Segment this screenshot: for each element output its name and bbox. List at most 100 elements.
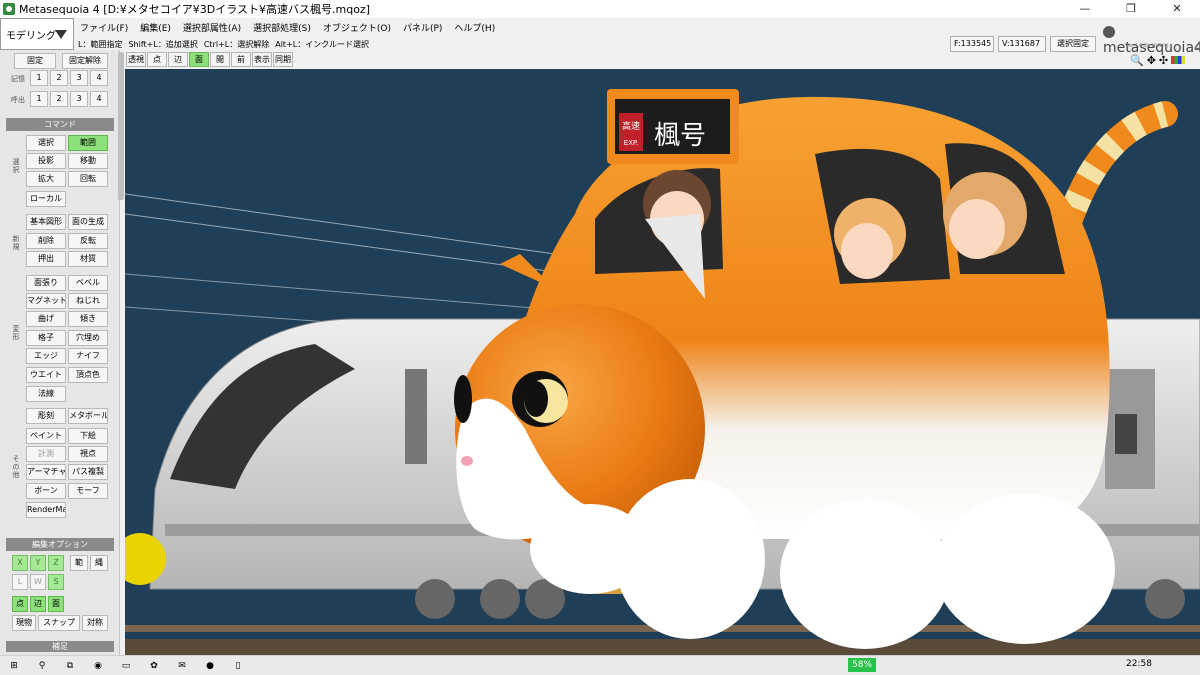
cmd-sculpt[interactable]: 彫刻 — [26, 408, 66, 424]
memory-slot-3[interactable]: 3 — [70, 70, 88, 86]
recall-slot-2[interactable]: 2 — [50, 91, 68, 107]
close-button[interactable]: ✕ — [1154, 0, 1200, 18]
cmd-underlay[interactable]: 下絵 — [68, 428, 108, 444]
cmd-create-face[interactable]: 面の生成 — [68, 214, 108, 230]
cmd-armature[interactable]: アーマチャー — [26, 464, 66, 480]
lock-button[interactable]: 固定 — [14, 53, 56, 69]
opt-y[interactable]: Y — [30, 555, 46, 571]
pan-icon[interactable]: ✥ — [1147, 54, 1156, 67]
maximize-button[interactable]: ❐ — [1108, 0, 1154, 18]
tab-front[interactable]: 前 — [231, 52, 251, 67]
color-palette-icon[interactable] — [1171, 56, 1186, 64]
tab-edge[interactable]: 辺 — [168, 52, 188, 67]
menu-file[interactable]: ファイル(F) — [74, 21, 134, 34]
tab-vertex[interactable]: 点 — [147, 52, 167, 67]
cmd-viewpoint[interactable]: 視点 — [68, 446, 108, 462]
opt-snap[interactable]: スナップ — [38, 615, 80, 631]
opt-range[interactable]: 範 — [70, 555, 88, 571]
memory-slot-4[interactable]: 4 — [90, 70, 108, 86]
cmd-tilt[interactable]: 傾き — [68, 311, 108, 327]
cmd-primitive[interactable]: 基本図形 — [26, 214, 66, 230]
firefox-icon[interactable]: ● — [196, 656, 224, 675]
zoom-icon[interactable]: 🔍 — [1130, 54, 1144, 67]
app-icon[interactable]: ✿ — [140, 656, 168, 675]
mail-icon[interactable]: ✉ — [168, 656, 196, 675]
cmd-bevel[interactable]: ベベル — [68, 275, 108, 291]
mode-label: モデリング — [6, 30, 56, 42]
cmd-project[interactable]: 投影 — [26, 153, 66, 169]
cmd-weight[interactable]: ウエイト — [26, 367, 66, 383]
file-explorer-icon[interactable]: ▭ — [112, 656, 140, 675]
menu-help[interactable]: ヘルプ(H) — [448, 21, 501, 34]
cmd-measure[interactable]: 計測 — [26, 446, 66, 462]
clock[interactable]: 22:58 — [1126, 659, 1152, 669]
opt-actual[interactable]: 現物 — [12, 615, 36, 631]
rotate-icon[interactable]: ✣ — [1159, 54, 1168, 67]
task-view-icon[interactable]: ⧉ — [56, 656, 84, 675]
cmd-fill-hole[interactable]: 穴埋め — [68, 330, 108, 346]
cmd-move[interactable]: 移動 — [68, 153, 108, 169]
cmd-edge[interactable]: エッジ — [26, 348, 66, 364]
cmd-vertex-color[interactable]: 頂点色 — [68, 367, 108, 383]
memory-slot-2[interactable]: 2 — [50, 70, 68, 86]
cmd-bend[interactable]: 曲げ — [26, 311, 66, 327]
cmd-lattice[interactable]: 格子 — [26, 330, 66, 346]
cmd-knife[interactable]: ナイフ — [68, 348, 108, 364]
menu-object[interactable]: オブジェクト(O) — [317, 21, 397, 34]
unlock-button[interactable]: 固定解除 — [62, 53, 108, 69]
cmd-delete[interactable]: 削除 — [26, 233, 66, 249]
cmd-morph[interactable]: モーフ — [68, 483, 108, 499]
document-icon[interactable]: ▯ — [224, 656, 252, 675]
menu-edit[interactable]: 編集(E) — [134, 21, 177, 34]
select-lock-button[interactable]: 選択固定 — [1050, 36, 1096, 52]
recall-slot-1[interactable]: 1 — [30, 91, 48, 107]
cmd-twist[interactable]: ねじれ — [68, 293, 108, 309]
memory-slot-1[interactable]: 1 — [30, 70, 48, 86]
search-icon[interactable]: ⚲ — [28, 656, 56, 675]
minimize-button[interactable]: — — [1062, 0, 1108, 18]
tab-view[interactable]: 閲 — [210, 52, 230, 67]
tab-perspective[interactable]: 透視 — [126, 52, 146, 67]
menu-select-process[interactable]: 選択部処理(S) — [247, 21, 317, 34]
cmd-scale[interactable]: 拡大 — [26, 171, 66, 187]
cmd-face-stretch[interactable]: 面張り — [26, 275, 66, 291]
cmd-path-clone[interactable]: パス複製 — [68, 464, 108, 480]
windows-start-icon[interactable]: ⊞ — [0, 656, 28, 675]
opt-x[interactable]: X — [12, 555, 28, 571]
opt-edge[interactable]: 辺 — [30, 596, 46, 612]
left-panel-scrollbar[interactable] — [118, 52, 124, 200]
recall-slot-4[interactable]: 4 — [90, 91, 108, 107]
opt-local[interactable]: L — [12, 574, 28, 590]
tab-face[interactable]: 面 — [189, 52, 209, 67]
cmd-paint[interactable]: ペイント — [26, 428, 66, 444]
menu-panel[interactable]: パネル(P) — [397, 21, 448, 34]
cmd-bone[interactable]: ボーン — [26, 483, 66, 499]
opt-world[interactable]: W — [30, 574, 46, 590]
opt-face[interactable]: 面 — [48, 596, 64, 612]
cmd-material[interactable]: 材質 — [68, 251, 108, 267]
opt-z[interactable]: Z — [48, 555, 64, 571]
cmd-metaball[interactable]: メタボール — [68, 408, 108, 424]
opt-lasso[interactable]: 縄 — [90, 555, 108, 571]
tab-display[interactable]: 表示 — [252, 52, 272, 67]
mode-selector[interactable]: モデリング — [0, 18, 74, 50]
cmd-range[interactable]: 範囲 — [68, 135, 108, 151]
cmd-extrude[interactable]: 押出 — [26, 251, 66, 267]
cmd-renderman[interactable]: RenderMan — [26, 502, 66, 518]
group-new-label: 新規 — [12, 235, 20, 251]
cmd-flip[interactable]: 反転 — [68, 233, 108, 249]
cmd-normal[interactable]: 法線 — [26, 386, 66, 402]
3d-viewport[interactable]: 高速 EXP. 楓号 — [125, 69, 1200, 655]
cmd-local[interactable]: ローカル — [26, 191, 66, 207]
opt-vertex[interactable]: 点 — [12, 596, 28, 612]
edge-browser-icon[interactable]: ◉ — [84, 656, 112, 675]
recall-slot-3[interactable]: 3 — [70, 91, 88, 107]
menu-select-attr[interactable]: 選択部属性(A) — [177, 21, 247, 34]
opt-screen[interactable]: S — [48, 574, 64, 590]
cmd-select[interactable]: 選択 — [26, 135, 66, 151]
cmd-magnet[interactable]: マグネット — [26, 293, 66, 309]
opt-symmetry[interactable]: 対称 — [82, 615, 108, 631]
tab-sync[interactable]: 同期 — [273, 52, 293, 67]
battery-indicator[interactable]: 58% — [848, 658, 877, 672]
cmd-rotate[interactable]: 回転 — [68, 171, 108, 187]
